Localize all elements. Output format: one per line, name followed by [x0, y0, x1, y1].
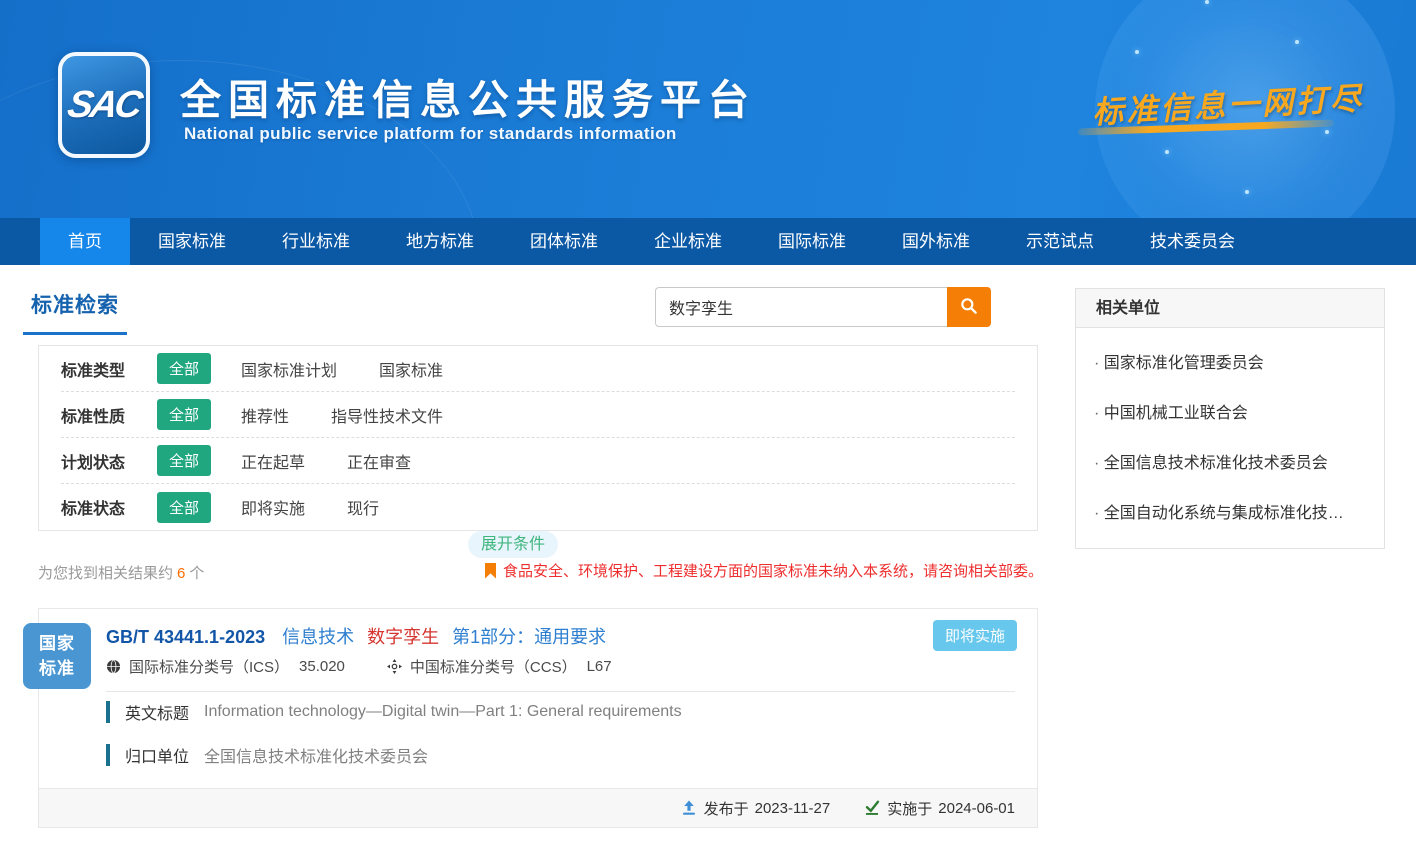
- search-button[interactable]: [947, 287, 991, 327]
- filter-all-button[interactable]: 全部: [157, 353, 211, 384]
- related-unit-link[interactable]: 国家标准化管理委员会: [1076, 336, 1384, 386]
- related-unit-link[interactable]: 全国信息技术标准化技术委员会: [1076, 436, 1384, 486]
- filter-option[interactable]: 即将实施: [241, 495, 305, 519]
- bookmark-icon: [485, 563, 496, 579]
- main-nav: 首页 国家标准 行业标准 地方标准 团体标准 企业标准 国际标准 国外标准 示范…: [0, 218, 1416, 265]
- nav-item-pilot[interactable]: 示范试点: [998, 218, 1122, 265]
- site-header: SAC 全国标准信息公共服务平台 National public service…: [0, 0, 1416, 218]
- related-units-title: 相关单位: [1076, 289, 1384, 328]
- nav-item-local-standards[interactable]: 地方标准: [378, 218, 502, 265]
- filter-option[interactable]: 正在审查: [347, 449, 411, 473]
- standard-type-badge: 国家 标准: [23, 623, 91, 689]
- card-divider: [106, 691, 1015, 692]
- results-count: 为您找到相关结果约6个: [38, 562, 204, 583]
- search-input[interactable]: [655, 287, 947, 327]
- publish-date-group: 发布于 2023-11-27: [681, 798, 831, 819]
- count-number: 6: [177, 565, 185, 582]
- card-footer: 发布于 2023-11-27 实施于 2024-06-01: [39, 788, 1037, 827]
- system-notice: 食品安全、环境保护、工程建设方面的国家标准未纳入本系统，请咨询相关部委。: [485, 560, 1043, 581]
- filter-label: 标准类型: [61, 357, 157, 381]
- nav-item-international-standards[interactable]: 国际标准: [750, 218, 874, 265]
- filter-option[interactable]: 现行: [347, 495, 379, 519]
- english-title-row: 英文标题 Information technology—Digital twin…: [106, 701, 682, 723]
- site-title: 全国标准信息公共服务平台: [180, 66, 756, 126]
- filter-option[interactable]: 正在起草: [241, 449, 305, 473]
- filter-option[interactable]: 推荐性: [241, 403, 289, 427]
- filter-label: 标准状态: [61, 495, 157, 519]
- filter-panel: 标准类型 全部 国家标准计划 国家标准 标准性质 全部 推荐性 指导性技术文件 …: [38, 345, 1038, 531]
- filter-label: 标准性质: [61, 403, 157, 427]
- site-subtitle: National public service platform for sta…: [184, 124, 677, 144]
- ics-value: 35.020: [299, 658, 345, 675]
- nav-item-national-standards[interactable]: 国家标准: [130, 218, 254, 265]
- implement-label: 实施于: [887, 798, 932, 819]
- standard-code: GB/T 43441.1-2023: [106, 627, 265, 647]
- committee-row: 归口单位 全国信息技术标准化技术委员会: [106, 744, 428, 766]
- related-units-list: 国家标准化管理委员会 中国机械工业联合会 全国信息技术标准化技术委员会 全国自动…: [1076, 328, 1384, 548]
- type-badge-line2: 标准: [23, 656, 91, 682]
- count-suffix: 个: [189, 565, 204, 582]
- related-units-panel: 相关单位 国家标准化管理委员会 中国机械工业联合会 全国信息技术标准化技术委员会…: [1075, 288, 1385, 549]
- title-segment: 信息技术: [282, 627, 354, 647]
- filter-option[interactable]: 指导性技术文件: [331, 403, 443, 427]
- filter-row-standard-status: 标准状态 全部 即将实施 现行: [61, 484, 1015, 530]
- nav-item-enterprise-standards[interactable]: 企业标准: [626, 218, 750, 265]
- title-segment: 第1部分：通用要求: [452, 627, 606, 647]
- committee-label: 归口单位: [125, 743, 189, 767]
- publish-date: 2023-11-27: [755, 800, 831, 817]
- title-highlight: 数字孪生: [367, 627, 439, 647]
- standard-title-link[interactable]: GB/T 43441.1-2023 信息技术 数字孪生 第1部分：通用要求: [106, 623, 614, 649]
- expand-conditions-button[interactable]: 展开条件: [468, 531, 558, 558]
- page-title: 标准检索: [23, 289, 127, 335]
- main-content: 标准检索 标准类型 全部 国家标准计划 国家标准 标准性质 全部 推荐性 指导性…: [0, 265, 1416, 845]
- filter-all-button[interactable]: 全部: [157, 445, 211, 476]
- filter-option[interactable]: 国家标准计划: [241, 357, 337, 381]
- implement-icon: [864, 800, 880, 816]
- implement-date-group: 实施于 2024-06-01: [864, 798, 1015, 819]
- notice-text: 食品安全、环境保护、工程建设方面的国家标准未纳入本系统，请咨询相关部委。: [503, 560, 1043, 581]
- related-unit-link[interactable]: 中国机械工业联合会: [1076, 386, 1384, 436]
- filter-row-standard-nature: 标准性质 全部 推荐性 指导性技术文件: [61, 392, 1015, 438]
- result-card: 国家 标准 GB/T 43441.1-2023 信息技术 数字孪生 第1部分：通…: [38, 608, 1038, 828]
- status-badge: 即将实施: [933, 620, 1017, 651]
- ccs-label: 中国标准分类号（CCS）: [410, 656, 577, 677]
- publish-label: 发布于: [704, 798, 749, 819]
- classification-meta: 国际标准分类号（ICS） 35.020 中国标准分类号（CCS） L67: [106, 656, 612, 677]
- ics-label: 国际标准分类号（ICS）: [129, 656, 289, 677]
- search-box: [655, 287, 991, 327]
- sac-logo[interactable]: SAC: [58, 52, 150, 158]
- english-title-label: 英文标题: [125, 700, 189, 724]
- filter-row-plan-status: 计划状态 全部 正在起草 正在审查: [61, 438, 1015, 484]
- nav-item-industry-standards[interactable]: 行业标准: [254, 218, 378, 265]
- filter-row-standard-type: 标准类型 全部 国家标准计划 国家标准: [61, 346, 1015, 392]
- globe-icon: [106, 659, 121, 674]
- filter-option[interactable]: 国家标准: [379, 357, 443, 381]
- filter-all-button[interactable]: 全部: [157, 492, 211, 523]
- ccs-value: L67: [587, 658, 612, 675]
- english-title-value: Information technology—Digital twin—Part…: [204, 703, 682, 721]
- compass-icon: [387, 659, 402, 674]
- sac-logo-text: SAC: [65, 84, 144, 127]
- publish-icon: [681, 800, 697, 816]
- related-unit-link[interactable]: 全国自动化系统与集成标准化技…: [1076, 486, 1384, 536]
- filter-all-button[interactable]: 全部: [157, 399, 211, 430]
- type-badge-line1: 国家: [23, 631, 91, 657]
- nav-item-home[interactable]: 首页: [40, 218, 130, 265]
- count-prefix: 为您找到相关结果约: [38, 565, 173, 582]
- committee-value: 全国信息技术标准化技术委员会: [204, 743, 428, 767]
- implement-date: 2024-06-01: [938, 800, 1015, 817]
- search-icon: [959, 296, 979, 319]
- nav-item-group-standards[interactable]: 团体标准: [502, 218, 626, 265]
- filter-label: 计划状态: [61, 449, 157, 473]
- page: SAC 全国标准信息公共服务平台 National public service…: [0, 0, 1416, 845]
- nav-item-technical-committee[interactable]: 技术委员会: [1122, 218, 1263, 265]
- nav-item-foreign-standards[interactable]: 国外标准: [874, 218, 998, 265]
